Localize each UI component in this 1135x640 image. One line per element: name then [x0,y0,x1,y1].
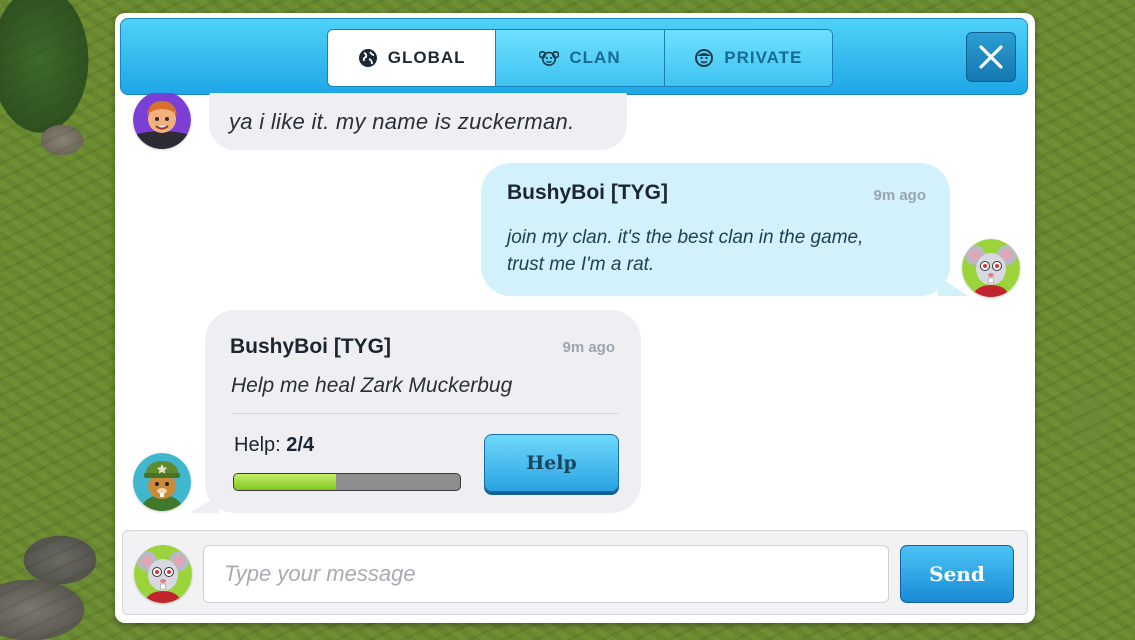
message-list: ya i like it. my name is zuckerman. Bush… [115,93,1035,530]
tab-global-label: GLOBAL [387,48,466,67]
message-text: Help me heal Zark Muckerbug [231,374,513,397]
tab-clan-label: CLAN [569,48,621,67]
close-button[interactable] [966,32,1016,82]
rat-avatar[interactable] [962,239,1020,297]
chat-tabs: GLOBAL CLAN PRIVATE [327,29,833,87]
sender-name[interactable]: BushyBoi [TYG] [230,335,391,359]
sender-name[interactable]: BushyBoi [TYG] [507,181,668,205]
tab-private[interactable]: PRIVATE [664,30,832,86]
help-count-value: 2/4 [286,434,315,456]
message-input-bar: Send [122,530,1028,615]
zuckerman-avatar[interactable] [133,93,191,149]
help-progress-fill [234,474,336,490]
help-button[interactable]: Help [484,434,619,492]
tab-clan[interactable]: CLAN [496,30,665,86]
private-icon [695,49,714,67]
timestamp: 9m ago [873,187,926,204]
tab-private-label: PRIVATE [724,48,803,67]
help-count: Help: 2/4 [234,434,314,457]
close-icon [979,45,1003,69]
chat-header: GLOBAL CLAN PRIVATE [120,18,1028,95]
my-avatar[interactable] [134,545,192,603]
message-text: ya i like it. my name is zuckerman. [229,109,575,134]
divider [232,413,619,414]
help-request-bubble: BushyBoi [TYG] 9m ago Help me heal Zark … [189,310,641,513]
chat-panel: GLOBAL CLAN PRIVATE ya i like it. my nam… [115,13,1035,623]
message-text-line-2: trust me I'm a rat. [507,254,655,275]
clan-icon [539,50,560,66]
message-text-line-1: join my clan. it's the best clan in the … [507,227,864,248]
help-count-label: Help: [234,434,281,456]
timestamp: 9m ago [562,339,615,356]
help-progress-bar [233,473,461,491]
soldier-avatar[interactable] [133,453,191,511]
message-bubble: ya i like it. my name is zuckerman. [209,93,627,150]
own-message-bubble: BushyBoi [TYG] 9m ago join my clan. it's… [481,163,968,296]
tab-global[interactable]: GLOBAL [328,30,497,86]
bubble-tail [189,495,219,513]
send-button[interactable]: Send [900,545,1014,603]
globe-icon [358,49,377,67]
message-input[interactable] [203,545,889,603]
